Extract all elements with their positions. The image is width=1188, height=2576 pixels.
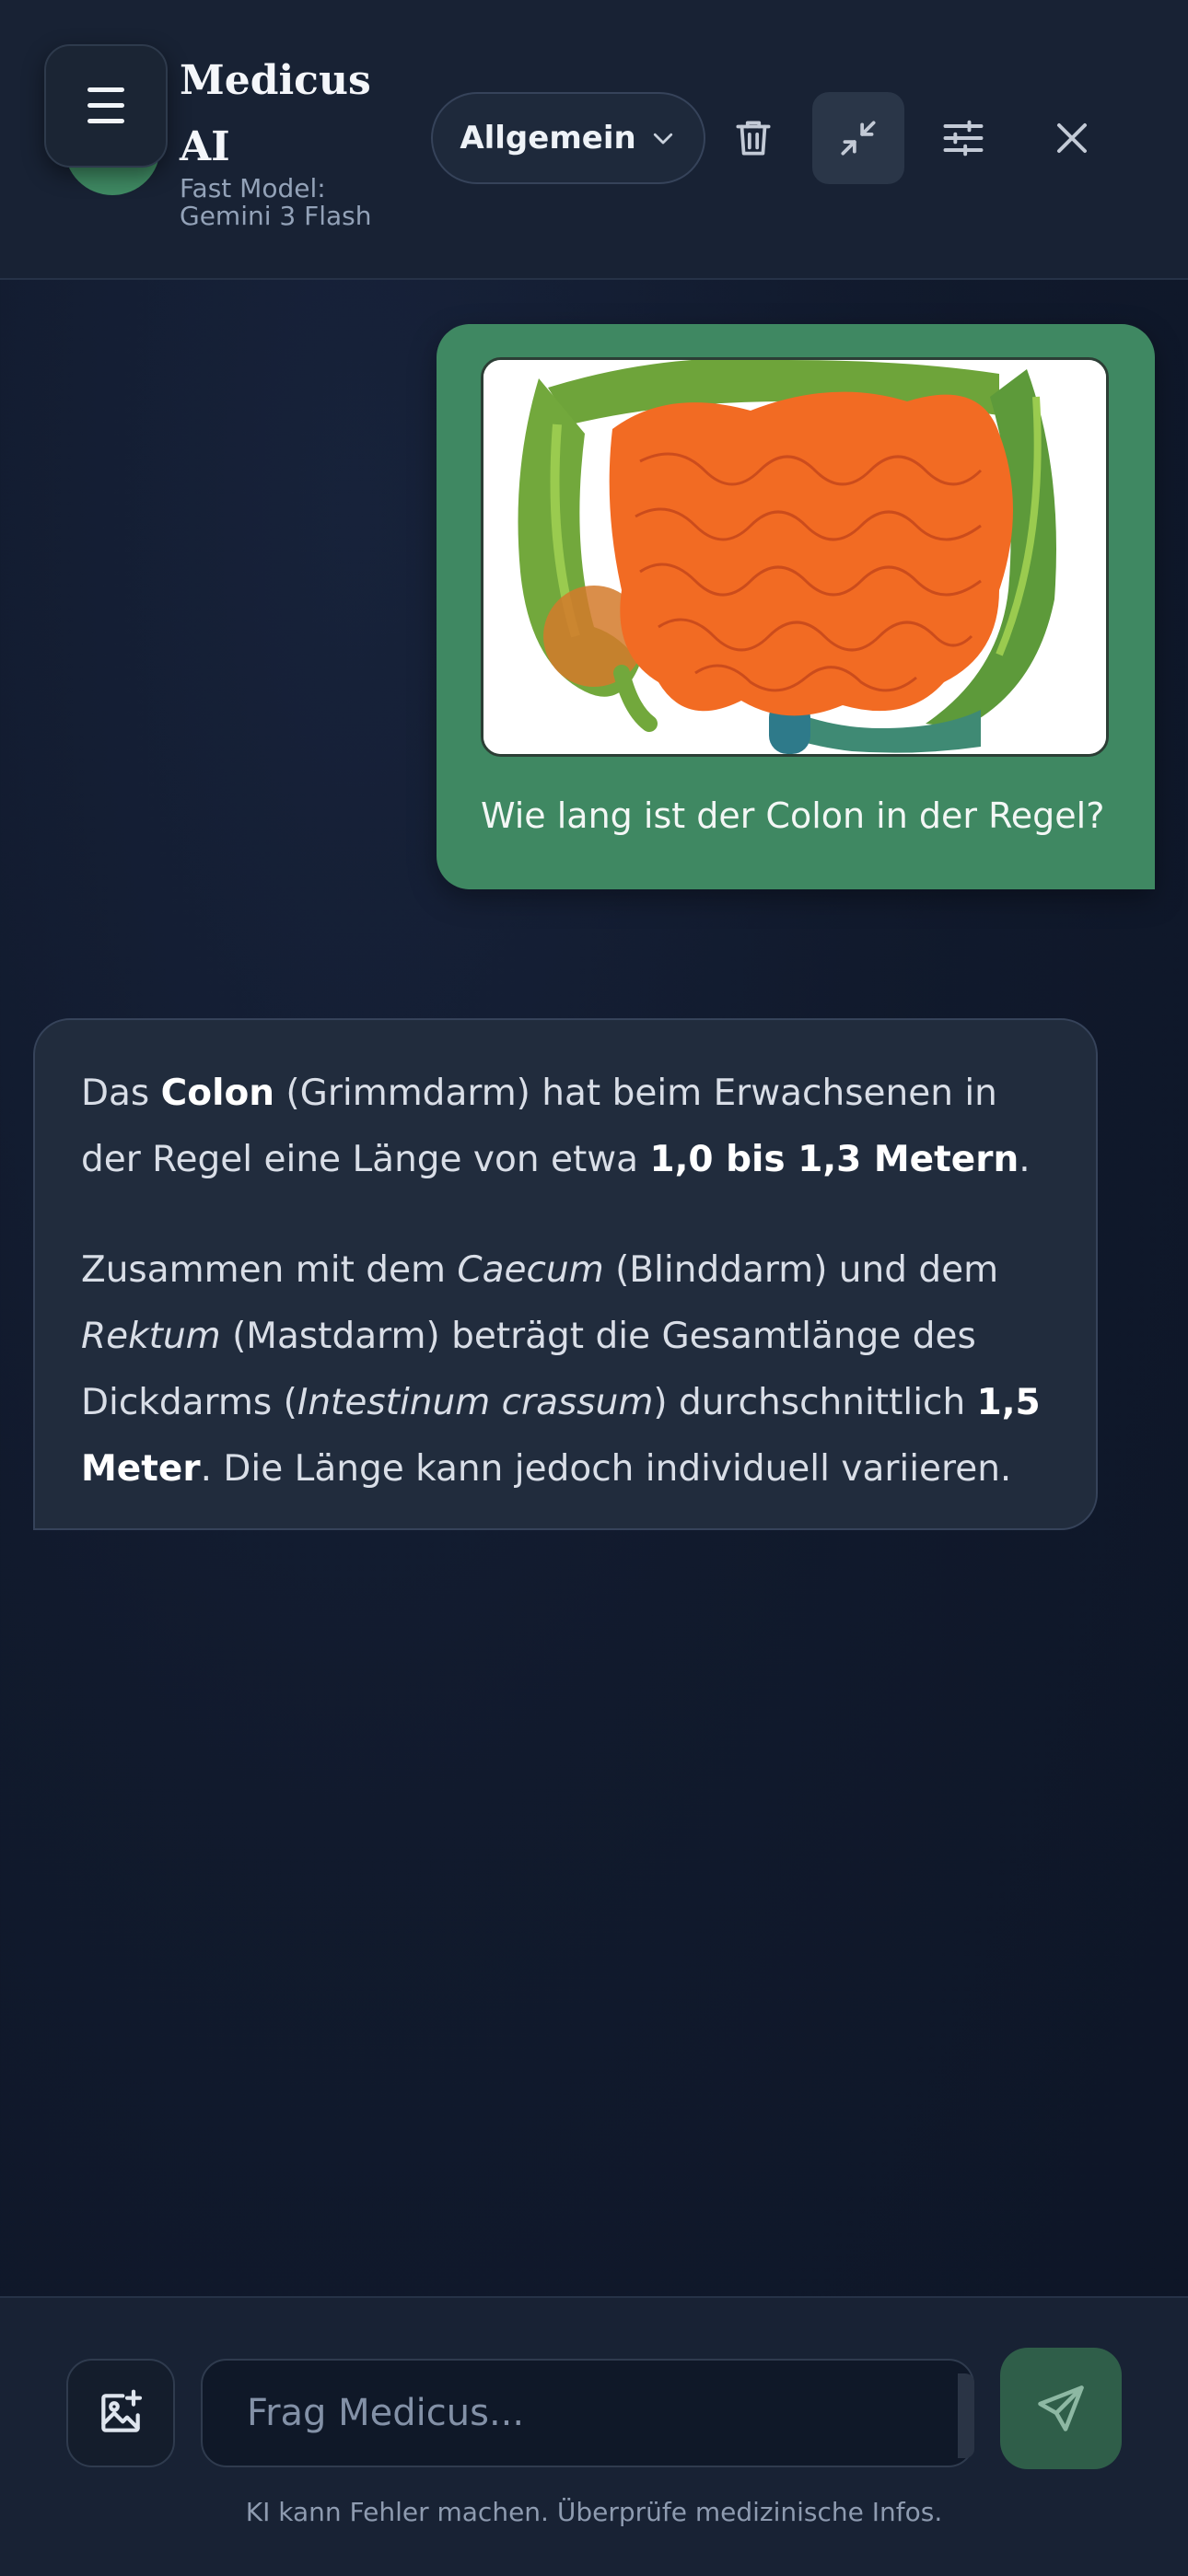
minimize-button[interactable] <box>812 92 904 184</box>
composer: KI kann Fehler machen. Überprüfe medizin… <box>0 2296 1188 2576</box>
hamburger-menu-icon <box>87 87 124 92</box>
sliders-icon <box>943 120 984 157</box>
image-upload-icon <box>101 2389 143 2432</box>
bold-value: 1,0 bis 1,3 Metern <box>649 1139 1019 1180</box>
model-subtitle: Fast Model: Gemini 3 Flash <box>180 173 372 231</box>
bold-term: Colon <box>160 1073 274 1114</box>
trash-icon <box>736 121 771 156</box>
attached-image[interactable] <box>481 357 1109 757</box>
app-title: Medicus AI <box>180 57 371 170</box>
close-button[interactable] <box>1026 92 1118 184</box>
settings-button[interactable] <box>917 92 1009 184</box>
delete-chat-button[interactable] <box>707 92 799 184</box>
italic-term: Intestinum crassum <box>297 1382 654 1423</box>
attach-image-button[interactable] <box>66 2359 175 2467</box>
assistant-paragraph-2: Zusammen mit dem Caecum (Blinddarm) und … <box>81 1237 1050 1503</box>
hamburger-menu-icon-line <box>87 103 124 108</box>
mode-select[interactable]: Allgemein <box>431 92 705 184</box>
italic-term: Caecum <box>457 1249 604 1291</box>
hamburger-menu-icon-line <box>87 119 124 123</box>
app-header: Medicus AI Fast Model: Gemini 3 Flash Al… <box>0 0 1188 280</box>
send-button[interactable] <box>1000 2348 1122 2469</box>
input-scrollbar <box>958 2373 974 2458</box>
text-span: Zusammen mit dem <box>81 1249 458 1291</box>
minimize-icon <box>841 121 876 156</box>
user-message-text: Wie lang ist der Colon in der Regel? <box>481 795 1105 836</box>
user-message: Wie lang ist der Colon in der Regel? <box>437 324 1155 889</box>
brand: Medicus AI <box>180 48 391 180</box>
large-intestine-illustration <box>483 360 1106 754</box>
text-span: Das <box>81 1073 161 1114</box>
text-span: ) durchschnittlich <box>653 1382 977 1423</box>
menu-button[interactable] <box>44 44 168 168</box>
text-span: (Blinddarm) und dem <box>603 1249 999 1291</box>
assistant-paragraph-1: Das Colon (Grimmdarm) hat beim Erwachsen… <box>81 1061 1050 1193</box>
message-input[interactable] <box>201 2359 974 2467</box>
close-icon <box>1057 123 1087 153</box>
text-span: . <box>1019 1139 1031 1180</box>
assistant-message: Das Colon (Grimmdarm) hat beim Erwachsen… <box>33 1018 1098 1530</box>
send-icon <box>1038 2385 1084 2431</box>
italic-term: Rektum <box>81 1316 221 1357</box>
chevron-down-icon <box>653 133 672 145</box>
disclaimer-text: KI kann Fehler machen. Überprüfe medizin… <box>245 2497 943 2527</box>
text-span: . Die Länge kann jedoch individuell vari… <box>200 1448 1012 1490</box>
mode-label: Allgemein <box>460 120 636 157</box>
